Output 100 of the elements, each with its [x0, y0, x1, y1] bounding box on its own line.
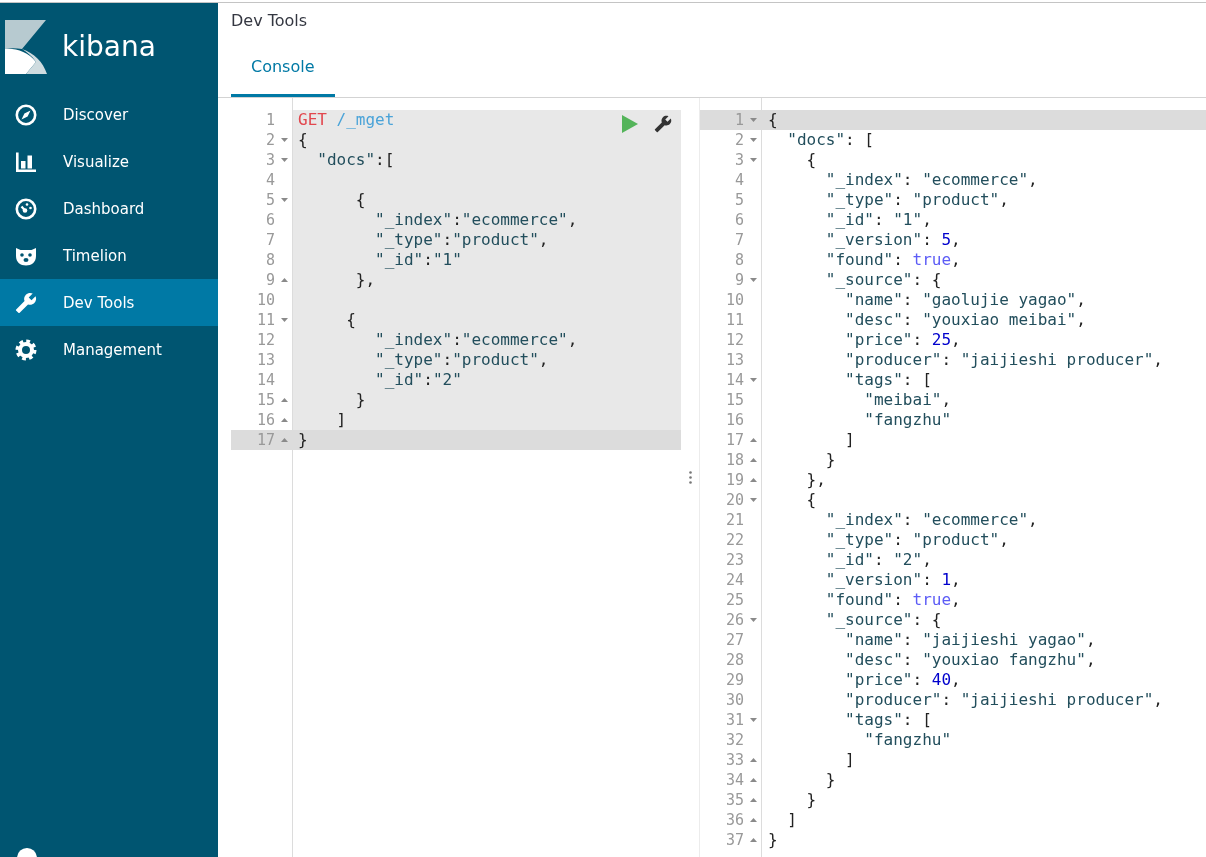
line-number: 1 [734, 110, 744, 130]
caret-down-icon[interactable] [750, 118, 757, 122]
caret-down-icon[interactable] [750, 138, 757, 142]
code-line: "name": "gaolujie yagao", [844, 290, 1086, 310]
code-line: "_type":"product", [374, 350, 549, 370]
caret-up-icon[interactable] [750, 818, 757, 822]
line-number: 11 [725, 310, 744, 330]
line-number: 4 [265, 170, 275, 190]
line-number: 37 [725, 830, 744, 850]
line-number: 3 [265, 150, 275, 170]
line-number: 13 [256, 350, 275, 370]
code-line: GET /_mget [298, 110, 395, 130]
line-number: 2 [734, 130, 744, 150]
wrench-icon [15, 291, 37, 314]
nav-item[interactable]: Dev Tools [0, 279, 218, 326]
code-line: "_type": "product", [824, 190, 1009, 210]
code-line: "_source": { [824, 270, 942, 290]
line-number: 10 [725, 290, 744, 310]
code-line: "_index": "ecommerce", [824, 510, 1038, 530]
wrench-icon[interactable] [654, 115, 672, 133]
caret-up-icon[interactable] [281, 278, 288, 282]
caret-up-icon[interactable] [281, 438, 288, 442]
caret-down-icon[interactable] [281, 318, 288, 322]
caret-up-icon[interactable] [750, 838, 757, 842]
caret-up-icon[interactable] [750, 778, 757, 782]
code-line: "fangzhu" [863, 410, 952, 430]
line-number: 36 [725, 810, 744, 830]
line-number: 4 [734, 170, 744, 190]
line-number: 9 [734, 270, 744, 290]
code-line: }, [805, 470, 826, 490]
caret-down-icon[interactable] [750, 718, 757, 722]
caret-up-icon[interactable] [281, 398, 288, 402]
line-number: 12 [256, 330, 275, 350]
nav-item[interactable]: Dashboard [0, 185, 218, 232]
caret-up-icon[interactable] [750, 438, 757, 442]
code-line: "_index":"ecommerce", [374, 330, 578, 350]
code-line: "_id":"2" [374, 370, 462, 390]
code-line: "tags": [ [844, 710, 932, 730]
caret-down-icon[interactable] [750, 378, 757, 382]
code-line: { [298, 130, 308, 150]
line-number: 12 [725, 330, 744, 350]
code-line: "name": "jaijieshi yagao", [844, 630, 1096, 650]
code-line: ] [786, 810, 797, 830]
nav-item[interactable]: Timelion [0, 232, 218, 279]
code-line: "meibai", [863, 390, 952, 410]
caret-up-icon[interactable] [750, 798, 757, 802]
line-number: 7 [265, 230, 275, 250]
code-line: { [345, 310, 356, 330]
line-number: 22 [725, 530, 744, 550]
nav-item[interactable]: Visualize [0, 138, 218, 185]
caret-down-icon[interactable] [750, 158, 757, 162]
code-line: "_id":"1" [374, 250, 462, 270]
line-number: 15 [725, 390, 744, 410]
code-line: "docs": [ [786, 130, 874, 150]
resize-handle-icon[interactable] [688, 471, 692, 484]
nav-item[interactable]: Discover [0, 91, 218, 138]
caret-up-icon[interactable] [281, 418, 288, 422]
line-number: 7 [734, 230, 744, 250]
code-line: ] [335, 410, 347, 430]
line-number: 5 [734, 190, 744, 210]
caret-up-icon[interactable] [750, 478, 757, 482]
compass-icon [15, 103, 37, 126]
code-line: "found": true, [824, 590, 961, 610]
code-line: "docs":[ [316, 150, 395, 170]
line-number: 8 [265, 250, 275, 270]
caret-up-icon[interactable] [750, 758, 757, 762]
logo-text: kibana [62, 33, 156, 61]
caret-up-icon[interactable] [750, 458, 757, 462]
line-number: 28 [725, 650, 744, 670]
line-number: 29 [725, 670, 744, 690]
caret-down-icon[interactable] [281, 158, 288, 162]
line-number: 23 [725, 550, 744, 570]
code-line: "price": 40, [844, 670, 961, 690]
line-number: 20 [725, 490, 744, 510]
line-number: 16 [725, 410, 744, 430]
code-line: } [298, 430, 308, 450]
line-number: 10 [256, 290, 275, 310]
code-line: { [805, 150, 817, 170]
code-line: "fangzhu" [863, 730, 952, 750]
caret-down-icon[interactable] [750, 618, 757, 622]
code-line: "_index": "ecommerce", [824, 170, 1038, 190]
caret-down-icon[interactable] [281, 138, 288, 142]
code-line: } [824, 770, 836, 790]
tab[interactable]: Console [231, 40, 335, 97]
line-number: 11 [256, 310, 275, 330]
line-number: 2 [265, 130, 275, 150]
caret-down-icon[interactable] [750, 498, 757, 502]
code-line: { [805, 490, 817, 510]
line-number: 16 [256, 410, 275, 430]
page-title: Dev Tools [230, 10, 309, 32]
line-number: 17 [725, 430, 744, 450]
line-number: 24 [725, 570, 744, 590]
caret-down-icon[interactable] [750, 278, 757, 282]
caret-down-icon[interactable] [281, 198, 288, 202]
bar-chart-icon [15, 150, 37, 173]
line-number: 17 [256, 430, 275, 450]
line-number: 9 [265, 270, 275, 290]
code-line: "_type": "product", [824, 530, 1009, 550]
play-icon[interactable] [622, 115, 638, 133]
nav-item[interactable]: Management [0, 326, 218, 373]
